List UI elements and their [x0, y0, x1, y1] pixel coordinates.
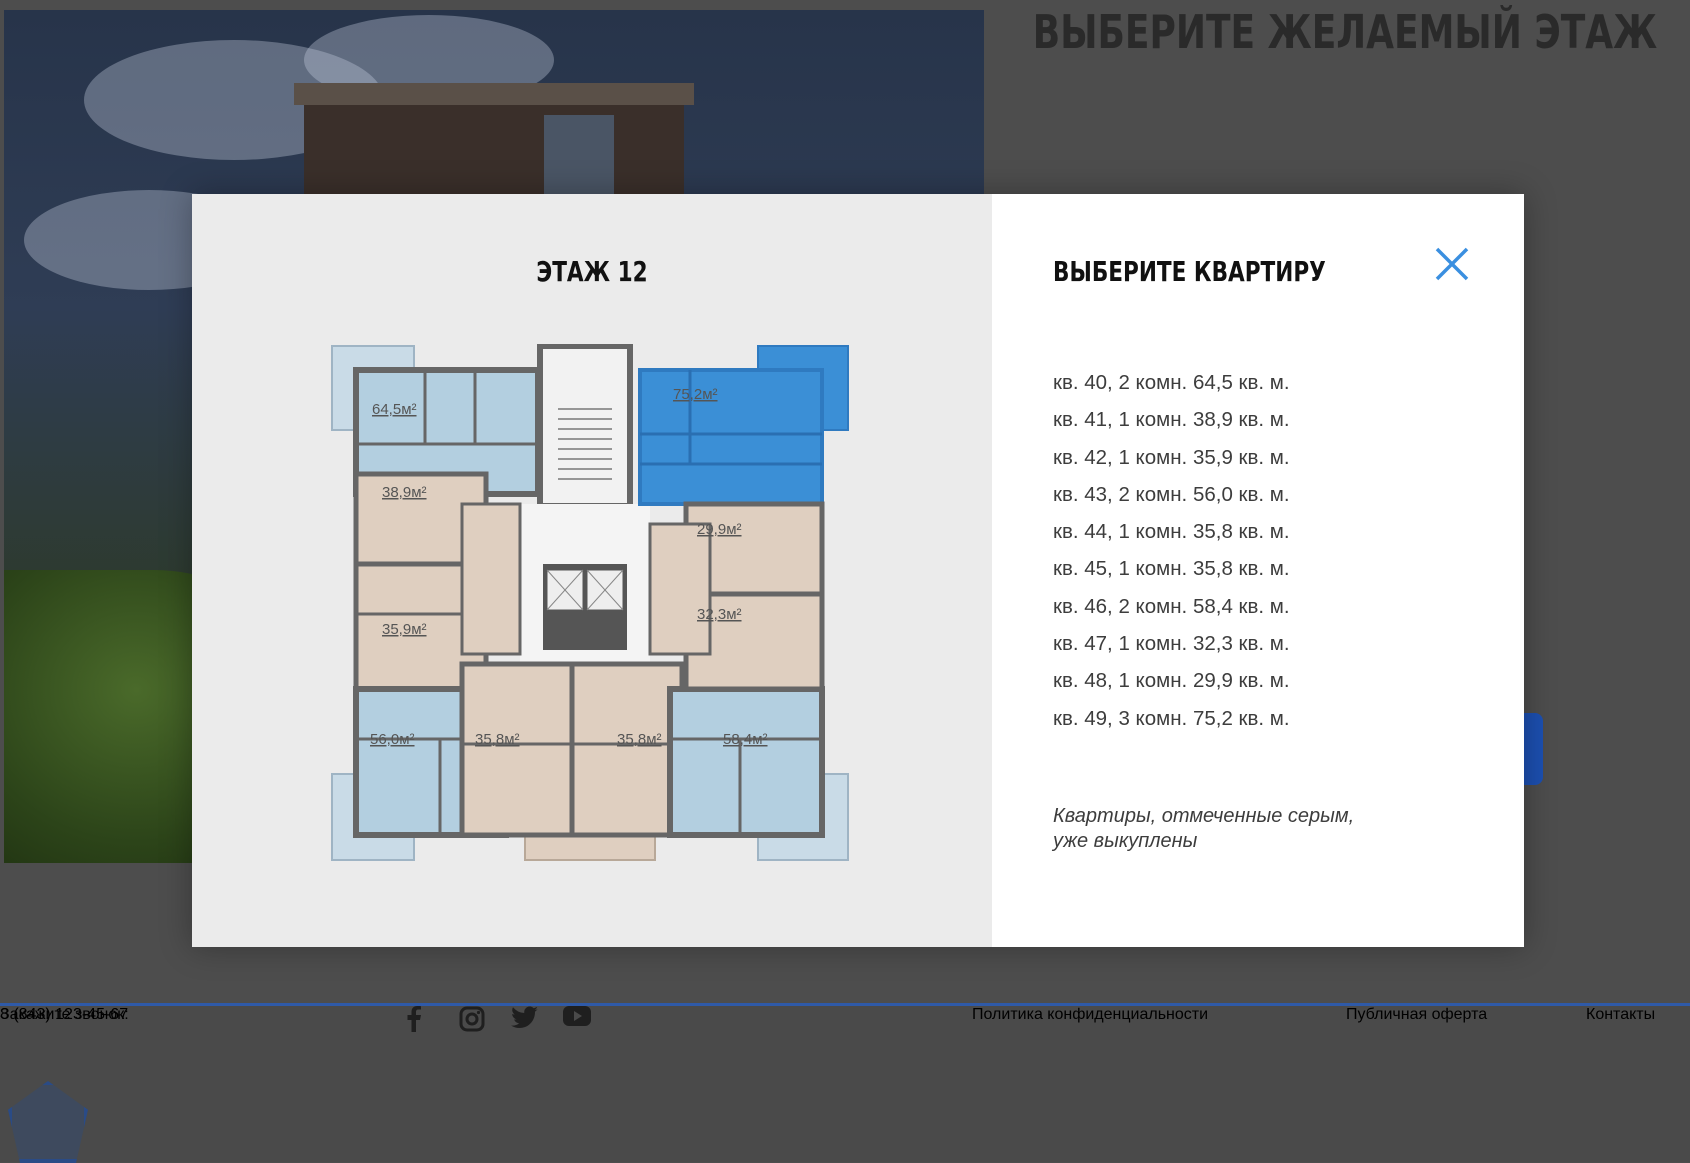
apartment-44[interactable] [459, 661, 575, 838]
page-heading: ВЫБЕРИТЕ ЖЕЛАЕМЫЙ ЭТАЖ [1032, 6, 1658, 60]
apartment-list-panel: ВЫБЕРИТЕ КВАРТИРУ кв. 40, 2 комн. 64,5 к… [992, 194, 1524, 947]
floor-modal: ЭТАЖ 12 64,5м² 75,2м² 38,9м² 35,9м² 56,0… [192, 194, 1524, 947]
area-label-47: 32,3м² [697, 606, 742, 623]
area-label-41: 38,9м² [382, 484, 427, 501]
apartment-item[interactable]: кв. 41, 1 комн. 38,9 кв. м. [1053, 401, 1290, 438]
public-offer-link[interactable]: Публичная оферта [1346, 1006, 1487, 1024]
apartment-list: кв. 40, 2 комн. 64,5 кв. м. кв. 41, 1 ко… [1053, 364, 1290, 737]
apartment-46[interactable] [667, 686, 825, 838]
phone-number[interactable]: 8 (843) 123-45-67 [0, 1006, 128, 1024]
apartment-item[interactable]: кв. 42, 1 комн. 35,9 кв. м. [1053, 439, 1290, 476]
area-label-40: 64,5м² [372, 401, 417, 418]
staircase [537, 344, 633, 509]
area-label-43: 56,0м² [370, 731, 415, 748]
area-label-49: 75,2м² [673, 386, 718, 403]
floor-plan-panel: ЭТАЖ 12 64,5м² 75,2м² 38,9м² 35,9м² 56,0… [192, 194, 992, 947]
apartment-item[interactable]: кв. 44, 1 комн. 35,8 кв. м. [1053, 513, 1290, 550]
bathroom [648, 522, 712, 656]
area-label-44: 35,8м² [475, 731, 520, 748]
apartment-item[interactable]: кв. 46, 2 комн. 58,4 кв. м. [1053, 588, 1290, 625]
floor-plan: 64,5м² 75,2м² 38,9м² 35,9м² 56,0м² 35,8м… [331, 344, 849, 861]
apartment-item[interactable]: кв. 49, 3 комн. 75,2 кв. м. [1053, 700, 1290, 737]
area-label-42: 35,9м² [382, 621, 427, 638]
sold-note: Квартиры, отмеченные серым, уже выкуплен… [1053, 805, 1355, 852]
floor-title: ЭТАЖ 12 [536, 255, 648, 289]
apartment-item[interactable]: кв. 48, 1 комн. 29,9 кв. м. [1053, 662, 1290, 699]
area-label-45: 35,8м² [617, 731, 662, 748]
apartment-item[interactable]: кв. 43, 2 комн. 56,0 кв. м. [1053, 476, 1290, 513]
apartment-item[interactable]: кв. 40, 2 комн. 64,5 кв. м. [1053, 364, 1290, 401]
area-label-48: 29,9м² [697, 521, 742, 538]
area-label-46: 58,4м² [723, 731, 768, 748]
privacy-policy-link[interactable]: Политика конфиденциальности [972, 1006, 1208, 1024]
apartment-49[interactable] [638, 368, 824, 506]
choose-apartment-title: ВЫБЕРИТЕ КВАРТИРУ [1053, 255, 1326, 289]
contacts-link[interactable]: Контакты [1586, 1006, 1655, 1024]
bathroom [460, 502, 522, 656]
apartment-45[interactable] [569, 661, 685, 838]
apartment-item[interactable]: кв. 47, 1 комн. 32,3 кв. м. [1053, 625, 1290, 662]
company-logo[interactable] [8, 1081, 88, 1163]
apartment-item[interactable]: кв. 45, 1 комн. 35,8 кв. м. [1053, 550, 1290, 587]
close-icon[interactable] [1432, 244, 1472, 284]
